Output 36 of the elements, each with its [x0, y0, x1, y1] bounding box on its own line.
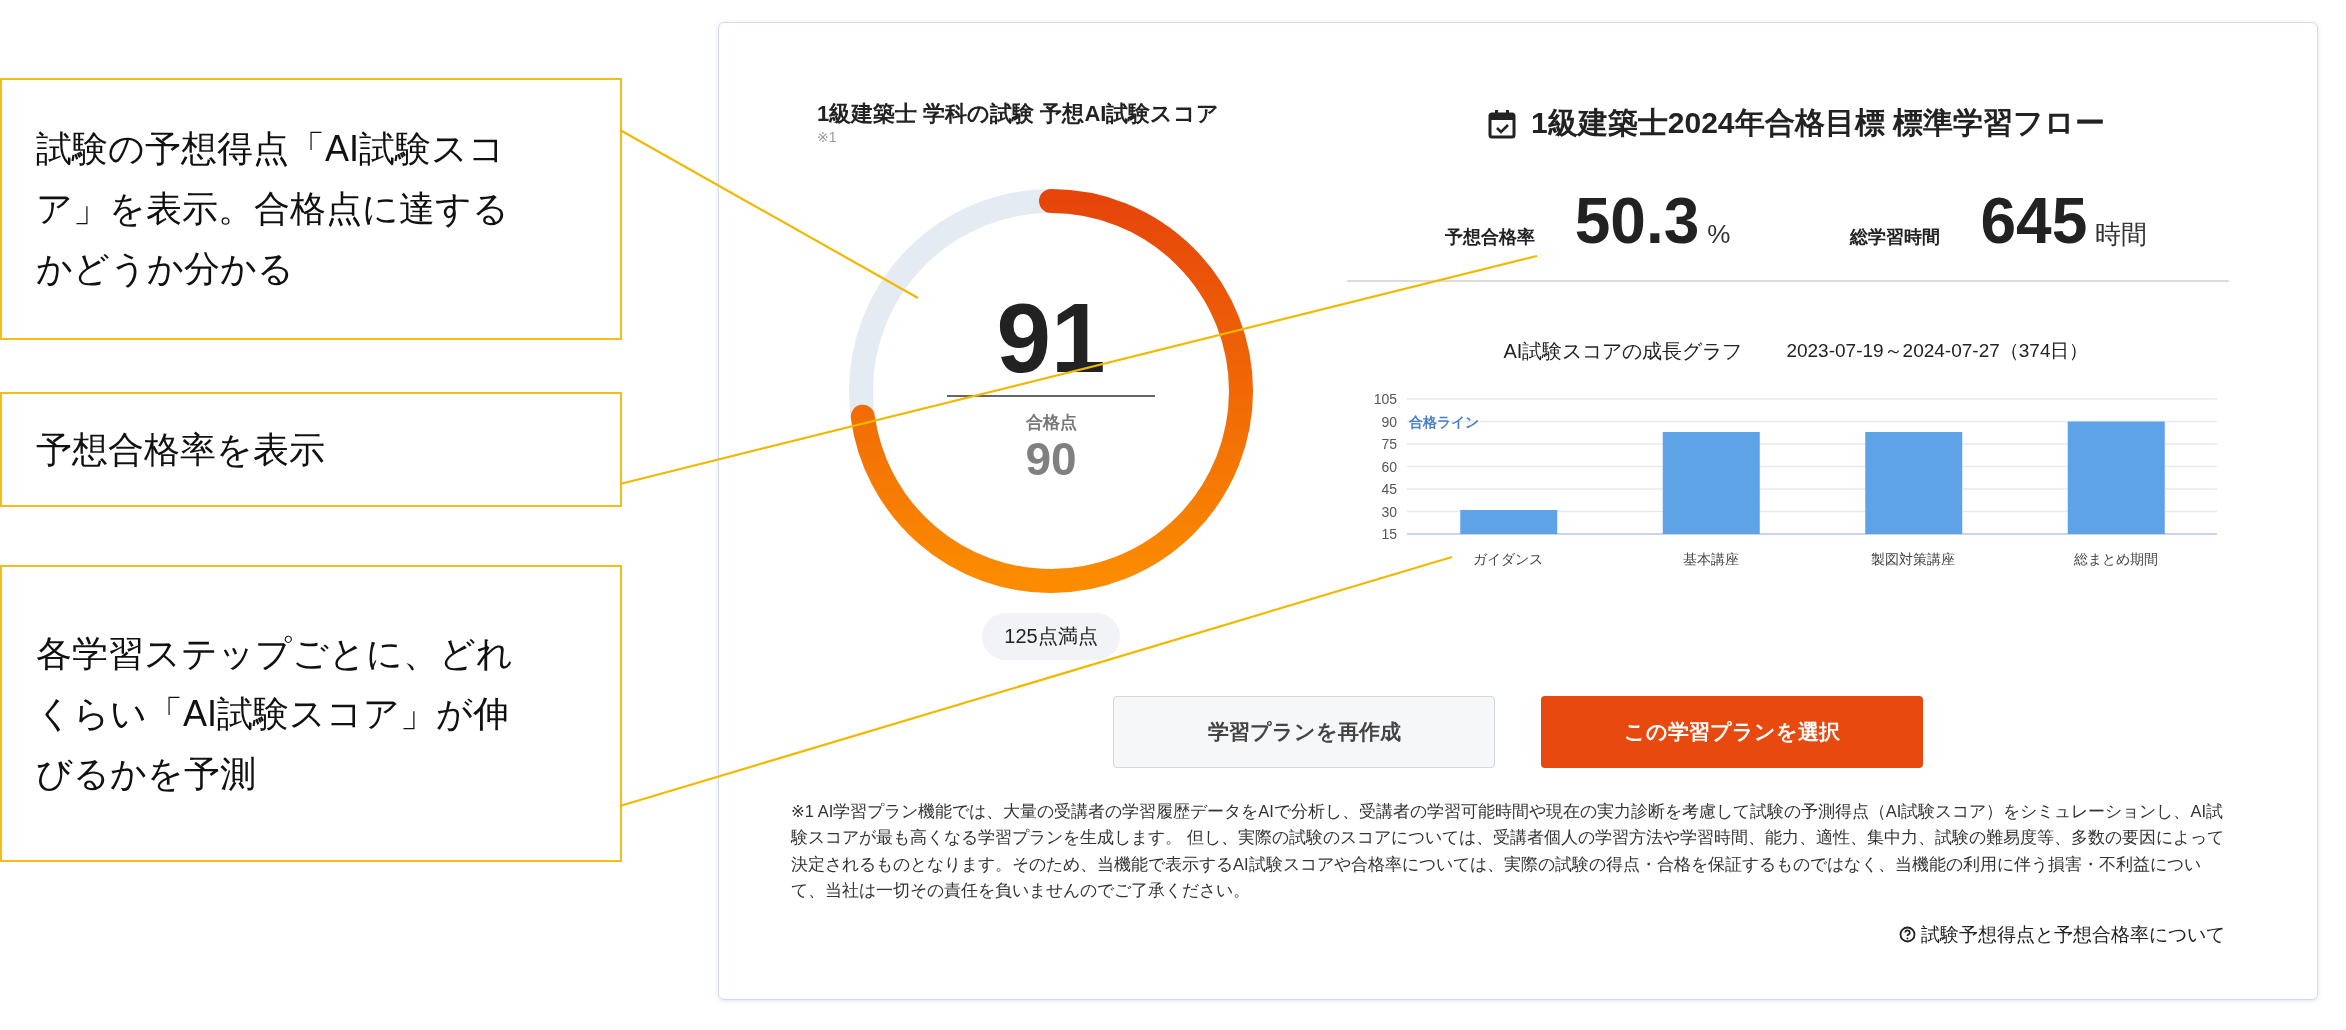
help-link[interactable]: 試験予想得点と予想合格率について: [1899, 921, 2225, 948]
y-tick-label: 90: [1381, 413, 1397, 429]
calendar-icon: [1487, 107, 1518, 140]
stat-unit: %: [1707, 219, 1731, 250]
stat-value: 645: [1980, 184, 2088, 258]
plan-button[interactable]: 学習プランを再作成: [1113, 696, 1495, 768]
callout-box: 各学習ステップごとに、どれ くらい「AI試験スコア」が伸 びるかを予測: [0, 565, 622, 862]
x-tick-label: 製図対策講座: [1871, 550, 1956, 567]
y-tick-label: 105: [1373, 390, 1397, 407]
callout-box: 予想合格率を表示: [0, 392, 622, 507]
chart-title: AI試験スコアの成長グラフ: [1503, 338, 1743, 364]
y-tick-label: 75: [1381, 435, 1397, 452]
y-tick-label: 30: [1381, 503, 1397, 519]
y-tick-label: 60: [1381, 458, 1397, 474]
score-value: 91: [996, 289, 1106, 387]
x-tick-label: 基本講座: [1682, 550, 1739, 567]
plan-title: 1級建築士2024年合格目標 標準学習フロー: [1531, 105, 2105, 141]
x-tick-label: ガイダンス: [1473, 550, 1544, 567]
stat-label: 予想合格率: [1444, 226, 1535, 249]
stat-label: 総学習時間: [1850, 226, 1941, 249]
pass-score: 90: [1025, 434, 1077, 485]
pass-label: 合格点: [1025, 412, 1077, 434]
disclaimer-text: ※1 AI学習プラン機能では、大量の受講者の学習履歴データをAIで分析し、受講者の学習可能時間や現在の実力診断を考慮して試験の予測得点（AI試験スコア）をシミュレーションし、AI試験スコアが最も高くなる学習プランを生成します。 但し、実際の試験のスコアについては、受講者個人の学習方法や学習時間、能力、適性、集中力、試験の難易度等、多数の要因によって決定されるものとなります。そのため、当機能で表示するAI試験スコアや合格率については、実際の試験の得点・合格を保証するものではなく、当機能の利用に伴う損害・不利益について、当社は一切その責任を負いませんのでご了承ください。: [791, 801, 2225, 902]
help-icon: [1899, 926, 1916, 944]
stat-value: 50.3: [1574, 184, 1700, 258]
y-tick-label: 45: [1381, 480, 1397, 497]
y-tick-label: 15: [1381, 525, 1397, 542]
footnote-mark: ※1: [816, 129, 837, 145]
callout-box: 試験の予想得点「AI試験スコ ア」を表示。合格点に達する かどうか分かる: [0, 78, 622, 340]
pass-line-label: 合格ライン: [1409, 413, 1479, 429]
stat-unit: 時間: [2095, 218, 2148, 251]
date-range: 2023-07-19～2024-07-27（374日）: [1786, 338, 2089, 363]
max-score-pill: 125点満点: [982, 613, 1120, 660]
x-tick-label: 総まとめ期間: [2073, 550, 2158, 567]
plan-button[interactable]: この学習プランを選択: [1541, 696, 1923, 768]
score-title: 1級建築士 学科の試験 予想AI試験スコア: [816, 100, 1220, 128]
